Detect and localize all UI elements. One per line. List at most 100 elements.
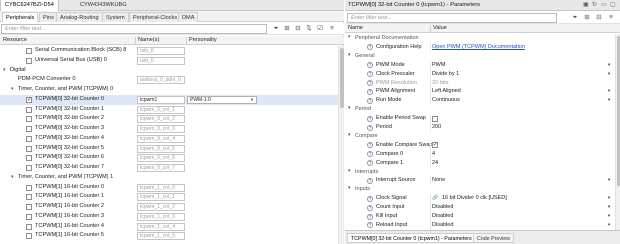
tab-peripherals[interactable]: Peripherals [2,12,39,22]
enable-checkbox[interactable] [26,194,32,201]
tree-row[interactable]: TCPWM[1] 16-bit Counter 4 tcpwm_1_cnt_4 [0,222,338,232]
parameter-value[interactable]: None [432,176,445,185]
parameter-row[interactable]: ? Clock Prescaler Divide by 1 ▼ [345,69,615,79]
link-icon[interactable]: 🔗 [432,194,438,203]
tree-row[interactable]: TCPWM[0] 32-bit Counter 7 tcpwm_0_cnt_7 [0,163,338,173]
parameters-scrollbar[interactable] [615,34,620,230]
parameter-row[interactable]: ? Enable Compare Swap ✓ [345,140,615,150]
enable-checkbox[interactable] [26,233,32,240]
parameter-row[interactable]: ? Enable Period Swap [345,114,615,123]
collapse-all-icon[interactable]: ⊟ [294,25,302,33]
help-icon[interactable]: ? [367,204,373,211]
tab-peripheral-clocks[interactable]: Peripheral-Clocks [129,12,182,22]
restore-icon[interactable]: ↻ [592,0,597,11]
tab-device-wifi[interactable]: CYW4343WKUBG [76,0,131,11]
save-icon[interactable]: ▣ [583,0,589,11]
tree-row[interactable]: TCPWM[0] 32-bit Counter 4 tcpwm_0_cnt_4 [0,134,338,144]
parameter-category[interactable]: ▾ Period [345,105,615,114]
parameter-value[interactable]: PWM [432,61,445,70]
help-icon[interactable]: ? [367,124,373,131]
parameter-value[interactable]: 24 [432,159,438,168]
help-icon[interactable]: ? [367,44,373,51]
tree-row[interactable]: PDM-PCM Converter 0 audioss_0_pdm_0 [0,75,338,85]
expand-arrow-icon[interactable]: ▾ [348,168,350,177]
enable-checkbox[interactable] [26,106,32,113]
resource-name-field[interactable]: tcpwm_0_cnt_2 [137,115,185,124]
enable-checkbox[interactable] [26,155,32,162]
help-icon[interactable]: ? [367,80,373,86]
enable-checkbox[interactable] [26,204,32,210]
column-resource[interactable]: Resource [3,36,27,45]
checkbox-filter-icon[interactable]: ☑ [316,25,324,33]
resource-name-field[interactable]: tcpwm_0_cnt_6 [137,154,185,163]
parameters-filter-input[interactable]: Enter filter text... [347,13,557,23]
enable-checkbox[interactable]: ✓ [26,96,32,103]
parameter-value[interactable]: 200 [432,123,441,132]
tree-row[interactable]: TCPWM[0] 32-bit Counter 3 tcpwm_0_cnt_3 [0,124,338,134]
parameter-value[interactable]: Disabled [432,212,453,221]
parameter-category[interactable]: ▾ Compare [345,132,615,141]
help-icon[interactable]: ? [367,177,373,184]
help-icon[interactable]: ? [367,213,373,220]
tab-code-preview[interactable]: Code Preview [473,233,514,243]
menu-icon[interactable]: ≡ [607,14,615,22]
tab-dma[interactable]: DMA [178,12,199,22]
tree-row[interactable]: TCPWM[1] 16-bit Counter 5 tcpwm_1_cnt_5 [0,231,338,241]
parameter-row[interactable]: ? Kill Input Disabled ▼ [345,212,615,221]
help-icon[interactable]: ? [367,142,373,149]
chevron-down-icon[interactable]: ▼ [607,194,611,203]
tree-row[interactable]: TCPWM[0] 32-bit Counter 6 tcpwm_0_cnt_6 [0,153,338,163]
help-icon[interactable]: ? [367,115,373,122]
help-icon[interactable]: ? [367,160,373,167]
expand-arrow-icon[interactable]: ▾ [11,85,16,95]
resource-scrollbar[interactable] [338,46,344,244]
tab-analog-routing[interactable]: Analog-Routing [56,12,103,22]
funnel-icon[interactable]: ⏷ [571,14,579,22]
parameter-row[interactable]: ? Clock Signal 16 bit Divider 0 clk [USED]… [345,194,615,204]
resource-name-field[interactable]: audioss_0_pdm_0 [137,76,185,85]
help-icon[interactable]: ? [367,71,373,78]
resource-name-field[interactable]: tcpwm_1_cnt_4 [137,222,185,231]
collapse-all-icon[interactable]: ⊟ [595,14,603,22]
tree-row[interactable]: TCPWM[1] 16-bit Counter 0 tcpwm_1_cnt_0 [0,183,338,193]
parameter-category[interactable]: ▾ Inputs [345,185,615,194]
parameter-row[interactable]: ? Count Input Disabled ▼ [345,203,615,212]
chevron-down-icon[interactable]: ▼ [607,87,611,96]
menu-icon[interactable]: ≡ [328,25,336,33]
parameter-value[interactable]: Disabled [432,221,453,230]
tree-row[interactable]: TCPWM[0] 32-bit Counter 1 tcpwm_0_cnt_1 [0,105,338,115]
expand-arrow-icon[interactable]: ▾ [348,34,350,43]
expand-arrow-icon[interactable]: ▾ [348,105,350,114]
enable-checkbox[interactable] [26,145,32,152]
help-icon[interactable]: ? [367,151,373,158]
resource-filter-input[interactable]: Enter filter text... [1,24,267,34]
resource-name-field[interactable]: tcpwm_1_cnt_0 [137,183,185,192]
resource-name-field[interactable]: tcpwm_0_cnt_5 [137,144,185,153]
enable-checkbox[interactable] [26,57,32,64]
chevron-down-icon[interactable]: ▼ [607,70,611,79]
parameter-checkbox[interactable]: ✓ [432,142,438,149]
parameter-row[interactable]: ? PWM Resolution 32-bits [345,78,615,88]
chevron-down-icon[interactable]: ▼ [607,212,611,221]
scrollbar-thumb[interactable] [340,48,344,108]
help-icon[interactable]: ? [367,88,373,95]
personality-select[interactable]: PWM-1.0 ▼ [187,95,257,104]
tree-row[interactable]: Universal Serial Bus (USB) 0 usb_0 [0,56,338,66]
enable-checkbox[interactable] [26,116,32,123]
expand-all-icon[interactable]: ⊞ [583,14,591,22]
parameter-row[interactable]: ? PWM Alignment Left Aligned ▼ [345,87,615,97]
expand-arrow-icon[interactable]: ▾ [348,52,350,61]
tree-row[interactable]: TCPWM[0] 32-bit Counter 2 tcpwm_0_cnt_2 [0,114,338,124]
help-icon[interactable]: ? [367,222,373,229]
tree-row[interactable]: ▾ Timer, Counter, and PWM (TCPWM) 0 [0,85,338,95]
resource-name-field[interactable]: tcpwm_1_cnt_2 [137,203,185,211]
parameter-category[interactable]: ▾ Peripheral Documentation [345,34,615,43]
resource-name-field[interactable]: usb_0 [137,56,185,65]
enable-checkbox[interactable] [26,135,32,142]
resource-name-field[interactable]: tcpwm_1_cnt_1 [137,193,185,202]
sort-icon[interactable]: ⇅ [305,25,313,33]
expand-arrow-icon[interactable]: ▾ [3,66,8,76]
parameter-value[interactable]: 4 [432,150,435,159]
parameter-row[interactable]: ? Compare 0 4 [345,149,615,159]
enable-checkbox[interactable] [26,48,32,54]
